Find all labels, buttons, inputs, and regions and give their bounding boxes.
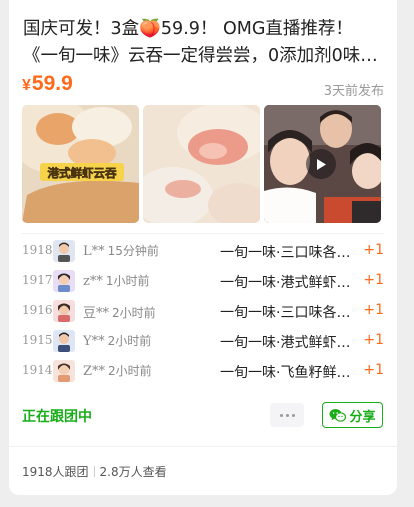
order-number: 1914: [22, 363, 53, 377]
participant-row[interactable]: 1918 L** 15分钟前 一旬一味·三口味各… +1: [22, 240, 384, 264]
quantity: +1: [363, 302, 384, 318]
order-time: 1小时前: [105, 274, 150, 288]
avatar: [53, 240, 75, 262]
share-label: 分享: [349, 409, 376, 425]
user-name: 豆**: [83, 306, 110, 321]
play-video-button[interactable]: [306, 149, 336, 179]
stats-bar: 1918人跟团 2.8万人查看: [22, 463, 167, 480]
play-icon: [317, 158, 326, 170]
user-name: z**: [83, 274, 103, 289]
image-gallery: 港式鲜虾云吞: [22, 105, 382, 223]
image-caption: 港式鲜虾云吞: [48, 166, 117, 180]
follower-count: 1918人跟团: [22, 465, 89, 479]
product-image-1[interactable]: 港式鲜虾云吞: [22, 105, 139, 223]
product-name: 一旬一味·三口味各…: [220, 245, 351, 261]
participant-row[interactable]: 1914 Z** 2小时前 一旬一味·飞鱼籽鲜… +1: [22, 360, 384, 384]
order-number: 1917: [22, 273, 53, 287]
user-name: Z**: [83, 364, 106, 379]
order-time: 2小时前: [108, 364, 152, 378]
view-count: 2.8万人查看: [99, 465, 167, 479]
divider: [22, 233, 384, 234]
participant-row[interactable]: 1915 Y** 2小时前 一旬一味·港式鲜虾… +1: [22, 330, 384, 354]
user-name: Y**: [83, 334, 105, 349]
post-title[interactable]: 国庆可发！3盒🍑59.9！ OMG直播推荐！《一旬一味》云吞一定得尝尝，0添加剂…: [23, 16, 383, 70]
published-time: 3天前发布: [323, 84, 384, 99]
order-number: 1916: [22, 303, 53, 317]
order-number: 1918: [22, 243, 53, 257]
quantity: +1: [363, 272, 384, 288]
price-symbol: ¥: [22, 77, 31, 94]
more-button[interactable]: [270, 403, 304, 427]
participant-row[interactable]: 1917 z** 1小时前 一旬一味·港式鲜虾… +1: [22, 270, 384, 294]
wechat-icon: [329, 408, 347, 422]
product-video[interactable]: [264, 105, 381, 223]
avatar: [53, 270, 75, 292]
quantity: +1: [363, 242, 384, 258]
participant-row[interactable]: 1916 豆** 2小时前 一旬一味·三口味各… +1: [22, 300, 384, 324]
share-button[interactable]: 分享: [322, 402, 383, 428]
group-status: 正在跟团中: [22, 409, 92, 425]
ellipsis-icon: [285, 413, 289, 417]
order-number: 1915: [22, 333, 53, 347]
product-image-2[interactable]: [143, 105, 260, 223]
product-name: 一旬一味·港式鲜虾…: [220, 335, 351, 351]
quantity: +1: [363, 332, 384, 348]
user-name: L**: [83, 244, 105, 259]
price: ¥59.9: [22, 72, 73, 96]
quantity: +1: [363, 362, 384, 378]
avatar: [53, 300, 75, 322]
price-value: 59.9: [31, 72, 73, 95]
product-name: 一旬一味·三口味各…: [220, 305, 351, 321]
divider: [9, 446, 397, 447]
stats-separator: [93, 466, 95, 477]
order-time: 15分钟前: [107, 244, 159, 258]
product-name: 一旬一味·港式鲜虾…: [220, 275, 351, 291]
avatar: [53, 330, 75, 352]
order-time: 2小时前: [112, 306, 156, 320]
group-buy-card[interactable]: 国庆可发！3盒🍑59.9！ OMG直播推荐！《一旬一味》云吞一定得尝尝，0添加剂…: [9, 0, 397, 495]
price-row: ¥59.9 3天前发布: [22, 72, 384, 104]
order-time: 2小时前: [107, 334, 152, 348]
product-name: 一旬一味·飞鱼籽鲜…: [220, 365, 351, 381]
avatar: [53, 360, 75, 382]
ellipsis-icon: [279, 413, 283, 417]
ellipsis-icon: [291, 413, 295, 417]
